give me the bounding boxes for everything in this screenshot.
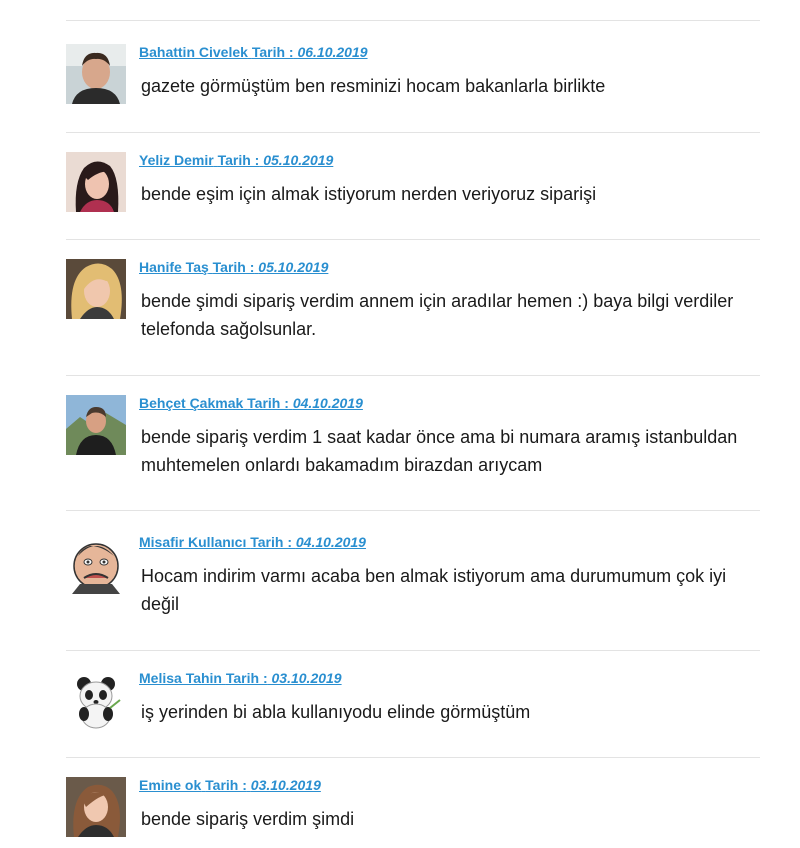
comment-author-name: Yeliz Demir — [139, 152, 214, 168]
user-avatar-icon — [66, 395, 126, 455]
comment-date: 03.10.2019 — [250, 777, 321, 793]
comment-date-prefix: Tarih : — [212, 259, 255, 275]
user-avatar-icon — [66, 44, 126, 104]
comment-item: Emine ok Tarih : 03.10.2019 bende sipari… — [66, 777, 760, 842]
comment-text: bende şimdi sipariş verdim annem için ar… — [141, 291, 734, 339]
comment-author-name: Behçet Çakmak — [139, 395, 244, 411]
comment-text: bende sipariş verdim şimdi — [141, 809, 355, 829]
comment-item: Behçet Çakmak Tarih : 04.10.2019 bende s… — [66, 395, 760, 495]
comment-text: gazete görmüştüm ben resminizi hocam bak… — [141, 76, 606, 96]
comment-item: Hanife Taş Tarih : 05.10.2019 bende şimd… — [66, 259, 760, 359]
comment-author-link[interactable]: Misafir Kullanıcı Tarih : 04.10.2019 — [139, 534, 366, 550]
comment-author-link[interactable]: Yeliz Demir Tarih : 05.10.2019 — [139, 152, 333, 168]
comment-date: 05.10.2019 — [258, 259, 329, 275]
user-avatar-icon — [66, 777, 126, 837]
comment-text: Hocam indirim varmı acaba ben almak isti… — [141, 566, 727, 614]
comment-item: Misafir Kullanıcı Tarih : 04.10.2019 Hoc… — [66, 534, 760, 634]
comment-divider — [66, 132, 760, 133]
user-avatar-icon — [66, 670, 126, 730]
comment-date-prefix: Tarih : — [250, 534, 292, 550]
comment-text: bende eşim için almak istiyorum nerden v… — [141, 184, 597, 204]
comment-divider — [66, 375, 760, 376]
comment-date: 04.10.2019 — [292, 395, 363, 411]
comment-item: Yeliz Demir Tarih : 05.10.2019 bende eşi… — [66, 152, 760, 222]
user-avatar-icon — [66, 152, 126, 212]
comment-text: bende sipariş verdim 1 saat kadar önce a… — [141, 427, 738, 475]
comment-author-link[interactable]: Melisa Tahin Tarih : 03.10.2019 — [139, 670, 342, 686]
comment-item: Melisa Tahin Tarih : 03.10.2019 iş yerin… — [66, 670, 760, 740]
comment-date-prefix: Tarih : — [205, 777, 247, 793]
comment-author-link[interactable]: Behçet Çakmak Tarih : 04.10.2019 — [139, 395, 363, 411]
comment-author-link[interactable]: Emine ok Tarih : 03.10.2019 — [139, 777, 321, 793]
comment-author-link[interactable]: Bahattin Civelek Tarih : 06.10.2019 — [139, 44, 368, 60]
comment-divider — [66, 20, 760, 21]
comment-date: 04.10.2019 — [295, 534, 366, 550]
comment-date: 06.10.2019 — [297, 44, 368, 60]
comment-author-name: Hanife Taş — [139, 259, 209, 275]
comment-date-prefix: Tarih : — [247, 395, 289, 411]
user-avatar-icon — [66, 259, 126, 319]
comment-date: 05.10.2019 — [263, 152, 334, 168]
comment-author-link[interactable]: Hanife Taş Tarih : 05.10.2019 — [139, 259, 328, 275]
comment-author-name: Misafir Kullanıcı — [139, 534, 247, 550]
comment-item: Bahattin Civelek Tarih : 06.10.2019 gaze… — [66, 44, 760, 114]
user-avatar-icon — [66, 534, 126, 594]
comment-date-prefix: Tarih : — [217, 152, 260, 168]
comment-author-name: Bahattin Civelek — [139, 44, 248, 60]
comment-divider — [66, 239, 760, 240]
comment-divider — [66, 757, 760, 758]
comment-author-name: Melisa Tahin — [139, 670, 222, 686]
comment-divider — [66, 510, 760, 511]
comment-date-prefix: Tarih : — [225, 670, 268, 686]
comment-divider — [66, 650, 760, 651]
comment-author-name: Emine ok — [139, 777, 202, 793]
comment-date-prefix: Tarih : — [251, 44, 294, 60]
comment-text: iş yerinden bi abla kullanıyodu elinde g… — [141, 702, 531, 722]
comment-date: 03.10.2019 — [271, 670, 342, 686]
